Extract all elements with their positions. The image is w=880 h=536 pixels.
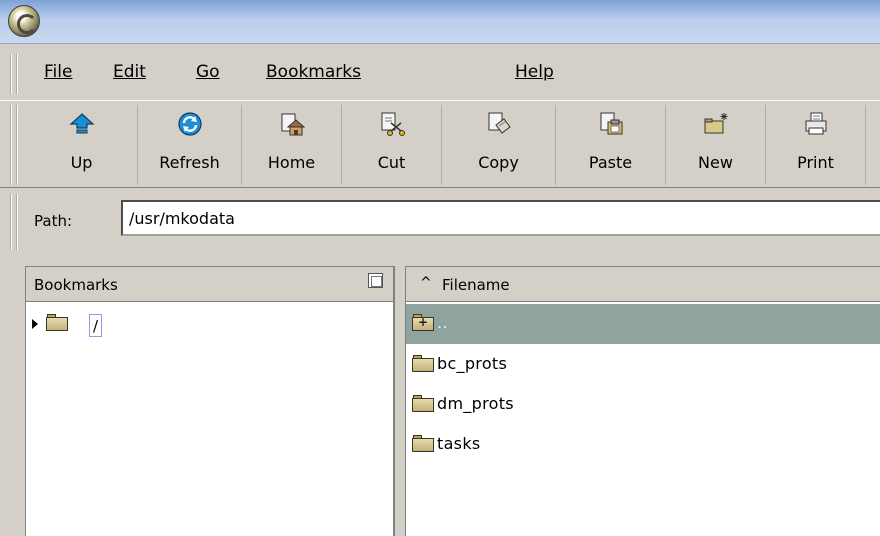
menu-file[interactable]: File xyxy=(44,62,72,82)
app-logo-icon[interactable] xyxy=(8,5,40,37)
file-name: dm_prots xyxy=(437,394,514,413)
file-name: tasks xyxy=(437,434,481,453)
printer-icon xyxy=(805,112,826,135)
menu-go[interactable]: Go xyxy=(196,62,220,82)
up-button-label: Up xyxy=(70,153,93,172)
file-row[interactable]: tasks xyxy=(406,425,880,465)
folder-icon xyxy=(46,314,68,331)
copy-button[interactable]: Copy xyxy=(442,105,556,185)
scissors-icon xyxy=(381,112,405,136)
paste-button-label: Paste xyxy=(588,153,633,172)
up-button[interactable]: Up xyxy=(26,105,138,185)
refresh-button-label: Refresh xyxy=(159,153,220,172)
copy-icon xyxy=(488,112,511,134)
maximize-icon[interactable] xyxy=(368,273,383,288)
cut-button-label: Cut xyxy=(377,153,406,172)
new-button[interactable]: New xyxy=(666,105,766,185)
file-list-panel: ^ Filename .. bc_prots dm_prots tasks xyxy=(405,266,880,536)
path-bar-handle[interactable] xyxy=(10,194,18,250)
sort-ascending-icon: ^ xyxy=(420,275,432,291)
toolbar-handle[interactable] xyxy=(10,105,18,185)
print-button-label: Print xyxy=(797,153,834,172)
file-name: bc_prots xyxy=(437,354,508,373)
bookmarks-header: Bookmarks xyxy=(26,267,393,302)
refresh-button[interactable]: Refresh xyxy=(138,105,242,185)
file-row-parent[interactable]: .. xyxy=(406,304,880,344)
expand-arrow-icon[interactable] xyxy=(32,319,38,329)
home-button[interactable]: Home xyxy=(242,105,342,185)
path-bar: Path: /usr/mkodata xyxy=(0,192,880,252)
paste-button[interactable]: Paste xyxy=(556,105,666,185)
up-arrow-icon xyxy=(68,113,95,134)
copy-button-label: Copy xyxy=(478,153,519,172)
paste-icon xyxy=(600,112,622,135)
menu-bookmarks[interactable]: Bookmarks xyxy=(266,62,361,82)
menu-bar: File Edit Go Bookmarks Help xyxy=(0,52,880,98)
bookmark-label[interactable]: / xyxy=(89,314,103,337)
new-folder-icon xyxy=(704,113,727,134)
filename-column-header[interactable]: ^ Filename xyxy=(406,267,880,302)
file-row[interactable]: bc_prots xyxy=(406,345,880,385)
menu-help[interactable]: Help xyxy=(515,62,554,82)
bookmarks-title: Bookmarks xyxy=(34,276,118,294)
folder-icon xyxy=(412,395,434,412)
folder-icon xyxy=(412,355,434,372)
toolbar: Up Refresh Home Cut Copy Paste New Print xyxy=(0,100,880,188)
print-button[interactable]: Print xyxy=(766,105,866,185)
bookmark-tree-item[interactable]: / xyxy=(26,314,393,338)
path-input[interactable]: /usr/mkodata xyxy=(121,200,880,236)
file-name: .. xyxy=(437,313,448,332)
folder-icon xyxy=(412,435,434,452)
path-label: Path: xyxy=(34,212,73,230)
menu-bar-handle[interactable] xyxy=(10,54,18,94)
home-icon xyxy=(281,113,305,136)
parent-folder-icon xyxy=(412,314,434,331)
bookmarks-panel: Bookmarks / xyxy=(25,266,395,536)
menu-edit[interactable]: Edit xyxy=(113,62,146,82)
title-bar xyxy=(0,0,880,44)
new-button-label: New xyxy=(698,153,733,172)
cut-button[interactable]: Cut xyxy=(342,105,442,185)
file-row[interactable]: dm_prots xyxy=(406,385,880,425)
refresh-icon xyxy=(177,112,202,136)
home-button-label: Home xyxy=(267,153,316,172)
column-title: Filename xyxy=(442,276,510,294)
